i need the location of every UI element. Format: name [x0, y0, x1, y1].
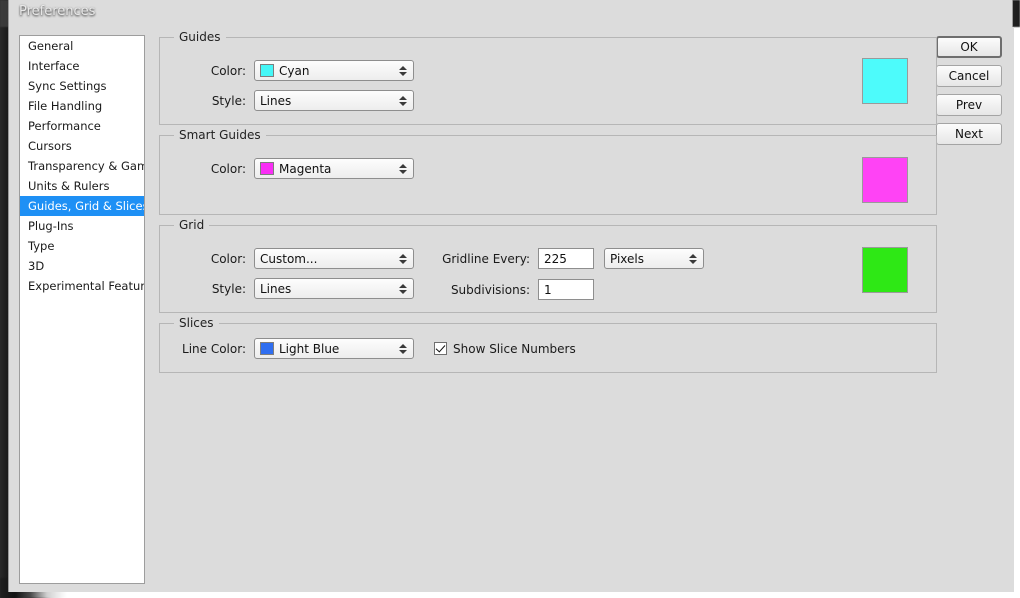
- preferences-dialog: Preferences General Interface Sync Setti…: [8, 0, 1014, 592]
- smart-guides-color-preview-swatch[interactable]: [862, 157, 908, 203]
- grid-group-title: Grid: [174, 218, 210, 232]
- show-slice-numbers-label: Show Slice Numbers: [453, 341, 576, 356]
- subdivisions-input[interactable]: 1: [538, 279, 594, 300]
- sidebar-item-type[interactable]: Type: [20, 236, 144, 256]
- preferences-content-pane: Guides Color: Cyan Style: Lines Smart Gu…: [155, 30, 938, 584]
- smart-guides-color-label: Color:: [210, 161, 246, 176]
- dialog-title: Preferences: [19, 4, 96, 19]
- gridline-unit-value: Pixels: [610, 251, 645, 266]
- guides-style-label: Style:: [211, 93, 246, 108]
- grid-color-label: Color:: [210, 251, 246, 266]
- show-slice-numbers-checkbox[interactable]: Show Slice Numbers: [434, 342, 576, 356]
- sidebar-item-experimental-features[interactable]: Experimental Features: [20, 276, 144, 296]
- chevron-updown-icon[interactable]: [399, 253, 407, 264]
- sidebar-item-general[interactable]: General: [20, 36, 144, 56]
- subdivisions-label: Subdivisions:: [450, 282, 530, 297]
- sidebar-item-cursors[interactable]: Cursors: [20, 136, 144, 156]
- next-button[interactable]: Next: [936, 123, 1002, 145]
- grid-group: Grid Color: Custom... Style: Lines Gridl…: [159, 218, 937, 313]
- cancel-button[interactable]: Cancel: [936, 65, 1002, 87]
- grid-style-label: Style:: [211, 281, 246, 296]
- sidebar-item-plug-ins[interactable]: Plug-Ins: [20, 216, 144, 236]
- chevron-updown-icon[interactable]: [399, 343, 407, 354]
- gridline-every-input[interactable]: 225: [538, 248, 594, 269]
- dialog-body: General Interface Sync Settings File Han…: [9, 27, 1014, 592]
- chevron-updown-icon[interactable]: [689, 253, 697, 264]
- grid-color-preview-swatch[interactable]: [862, 247, 908, 293]
- prev-button[interactable]: Prev: [936, 94, 1002, 116]
- grid-style-value: Lines: [260, 281, 292, 296]
- grid-style-select[interactable]: Lines: [254, 278, 414, 299]
- gridline-every-label: Gridline Every:: [442, 251, 530, 266]
- guides-group-title: Guides: [174, 30, 226, 44]
- guides-group: Guides Color: Cyan Style: Lines: [159, 30, 937, 125]
- preferences-category-list[interactable]: General Interface Sync Settings File Han…: [19, 35, 145, 584]
- slices-group: Slices Line Color: Light Blue Show Slice…: [159, 316, 937, 373]
- guides-color-chip: [260, 64, 274, 77]
- smart-guides-group-title: Smart Guides: [174, 128, 266, 142]
- guides-style-row: Style: Lines: [160, 90, 490, 111]
- checkmark-icon: [434, 342, 447, 355]
- guides-color-row: Color: Cyan: [160, 60, 490, 81]
- ok-button[interactable]: OK: [936, 36, 1002, 58]
- guides-style-value: Lines: [260, 93, 292, 108]
- sidebar-item-units-rulers[interactable]: Units & Rulers: [20, 176, 144, 196]
- dialog-titlebar[interactable]: Preferences: [9, 0, 1012, 27]
- guides-color-value: Cyan: [279, 63, 310, 78]
- smart-guides-color-row: Color: Magenta: [160, 158, 490, 179]
- sidebar-item-file-handling[interactable]: File Handling: [20, 96, 144, 116]
- gridline-unit-select[interactable]: Pixels: [604, 248, 704, 269]
- guides-color-select[interactable]: Cyan: [254, 60, 414, 81]
- smart-guides-color-value: Magenta: [279, 161, 332, 176]
- slices-line-color-value: Light Blue: [279, 341, 340, 356]
- sidebar-item-transparency-gamut[interactable]: Transparency & Gamut: [20, 156, 144, 176]
- chevron-updown-icon[interactable]: [399, 283, 407, 294]
- chevron-updown-icon[interactable]: [399, 95, 407, 106]
- sidebar-item-sync-settings[interactable]: Sync Settings: [20, 76, 144, 96]
- grid-color-value: Custom...: [260, 251, 318, 266]
- grid-color-select[interactable]: Custom...: [254, 248, 414, 269]
- sidebar-item-3d[interactable]: 3D: [20, 256, 144, 276]
- sidebar-item-interface[interactable]: Interface: [20, 56, 144, 76]
- dialog-button-column: OK Cancel Prev Next: [936, 36, 1002, 145]
- guides-color-label: Color:: [210, 63, 246, 78]
- slices-group-title: Slices: [174, 316, 219, 330]
- smart-guides-group: Smart Guides Color: Magenta: [159, 128, 937, 215]
- subdivisions-row: Subdivisions: 1: [410, 279, 594, 300]
- gridline-every-row: Gridline Every: 225 Pixels: [410, 248, 704, 269]
- chevron-updown-icon[interactable]: [399, 163, 407, 174]
- slices-line-color-row: Line Color: Light Blue Show Slice Number…: [160, 338, 576, 359]
- slices-line-color-select[interactable]: Light Blue: [254, 338, 414, 359]
- guides-style-select[interactable]: Lines: [254, 90, 414, 111]
- slices-line-color-chip: [260, 342, 274, 355]
- smart-guides-color-chip: [260, 162, 274, 175]
- smart-guides-color-select[interactable]: Magenta: [254, 158, 414, 179]
- screen-root: 思缘设计论坛 WWW.MISSYUAN.COM ✕ Preferences Ge…: [0, 0, 1020, 598]
- guides-color-preview-swatch[interactable]: [862, 58, 908, 104]
- sidebar-item-guides-grid-slices[interactable]: Guides, Grid & Slices: [20, 196, 144, 216]
- slices-line-color-label: Line Color:: [182, 341, 246, 356]
- chevron-updown-icon[interactable]: [399, 65, 407, 76]
- sidebar-item-performance[interactable]: Performance: [20, 116, 144, 136]
